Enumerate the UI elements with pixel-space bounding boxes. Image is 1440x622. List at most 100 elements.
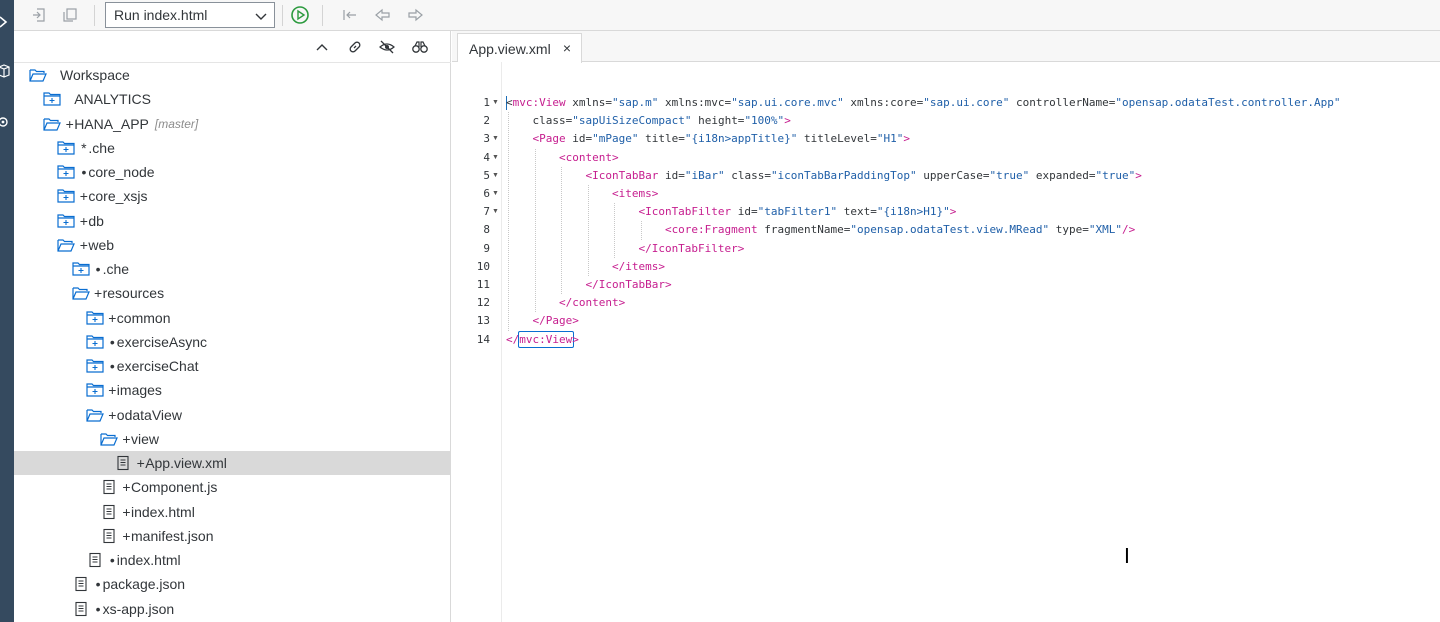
close-icon[interactable]: × <box>563 41 571 55</box>
tree-item[interactable]: + HANA_APP [master] <box>14 112 451 136</box>
code-token: id= <box>565 132 593 146</box>
tree-item[interactable]: • exerciseChat <box>14 354 451 378</box>
folder-icon <box>86 310 104 326</box>
code-token: type= <box>1049 223 1089 237</box>
code-token: "H1" <box>876 132 904 146</box>
tree-item[interactable]: • index.html <box>14 548 451 572</box>
line-number: 6 <box>483 187 490 200</box>
save-icon[interactable] <box>28 5 50 25</box>
indent-guide <box>534 148 536 313</box>
tree-item[interactable]: Workspace <box>14 63 451 87</box>
line-number: 13 <box>476 314 490 328</box>
tree-item[interactable]: + resources <box>14 281 451 305</box>
collapse-all-icon[interactable] <box>311 37 333 57</box>
editor-tab-bar: App.view.xml × <box>452 31 1440 63</box>
code-line: <Page id="mPage" title="{i18n>appTitle}"… <box>506 130 910 148</box>
tree-item[interactable]: • package.json <box>14 572 451 596</box>
folder-icon <box>43 91 61 107</box>
tree-item[interactable]: • core_node <box>14 160 451 184</box>
line-number: 11 <box>476 278 490 291</box>
navigate-back-icon[interactable] <box>372 5 394 25</box>
gear-icon[interactable] <box>0 114 14 130</box>
tab-app-view-xml[interactable]: App.view.xml × <box>457 33 582 63</box>
tree-item[interactable]: • exerciseAsync <box>14 330 451 354</box>
hide-hidden-files-icon[interactable] <box>376 37 398 57</box>
fold-toggle-icon[interactable]: ▼ <box>492 94 500 112</box>
save-all-icon[interactable] <box>59 5 81 25</box>
run-icon[interactable] <box>289 5 311 25</box>
code-token: > <box>572 332 579 346</box>
tree-item[interactable]: • xs-app.json <box>14 597 451 621</box>
code-token: > <box>949 205 957 219</box>
tree-item[interactable]: + odataView <box>14 403 451 427</box>
code-token: xmlns:core= <box>843 96 924 109</box>
navigate-forward-icon[interactable] <box>404 5 426 25</box>
tree-item[interactable]: + db <box>14 209 451 233</box>
toolbar-separator <box>94 5 95 26</box>
code-token: upperCase= <box>916 168 990 182</box>
file-icon <box>100 504 118 520</box>
code-token: "true" <box>1095 168 1136 182</box>
tree-item[interactable]: + Component.js <box>14 475 451 499</box>
git-status-mark: • <box>81 164 87 180</box>
line-number: 8 <box>483 223 490 237</box>
code-line: </content> <box>506 294 625 312</box>
indent-guide <box>508 112 509 331</box>
code-token: "{i18n>H1}" <box>876 205 950 219</box>
tree-item-label: .che <box>102 261 130 277</box>
activity-bar <box>0 0 14 622</box>
tree-item[interactable]: + App.view.xml <box>14 451 451 475</box>
code-token: controllerName= <box>1009 96 1116 109</box>
code-token: "tabFilter1" <box>757 205 838 219</box>
code-token: < <box>506 96 513 109</box>
folder-open-icon <box>100 431 118 447</box>
code-token: class= <box>724 168 771 182</box>
file-icon <box>100 528 118 544</box>
run-config-select[interactable]: Run index.html <box>105 2 275 28</box>
line-number: 1 <box>483 96 490 109</box>
code-token: "opensap.odataTest.view.MRead" <box>850 223 1050 237</box>
file-icon <box>72 601 90 617</box>
file-icon <box>100 479 118 495</box>
fold-toggle-icon[interactable]: ▼ <box>492 130 500 148</box>
tree-item[interactable]: + manifest.json <box>14 524 451 548</box>
git-status-mark: + <box>108 382 117 399</box>
code-token: "sap.ui.core.mvc" <box>731 96 844 109</box>
fold-toggle-icon[interactable]: ▼ <box>492 149 500 167</box>
explorer-toolbar <box>14 31 451 63</box>
code-line: class="sapUiSizeCompact" height="100%"> <box>506 112 790 130</box>
cube-icon[interactable] <box>0 63 14 79</box>
tree-item[interactable]: + common <box>14 306 451 330</box>
tree-item[interactable]: + index.html <box>14 500 451 524</box>
tree-item[interactable]: * .che <box>14 136 451 160</box>
binoculars-icon[interactable] <box>409 37 431 57</box>
code-token: xmlns= <box>565 96 612 109</box>
link-icon[interactable] <box>344 37 366 57</box>
git-status-mark: • <box>109 552 115 568</box>
code-line: </Page> <box>506 312 578 330</box>
code-token: "opensap.odataTest.controller.App" <box>1115 96 1341 109</box>
tree-item[interactable]: • .che <box>14 257 451 281</box>
code-line: <mvc:View xmlns="sap.m" xmlns:mvc="sap.u… <box>506 94 1341 112</box>
tree-item[interactable]: ANALYTICS <box>14 87 451 111</box>
tree-item-label: common <box>116 309 171 326</box>
tree-item[interactable]: + images <box>14 378 451 402</box>
fold-toggle-icon[interactable]: ▼ <box>492 203 500 221</box>
code-area[interactable]: <mvc:View xmlns="sap.m" xmlns:mvc="sap.u… <box>506 62 1436 622</box>
line-number: 4 <box>483 150 490 164</box>
tree-item[interactable]: + view <box>14 427 451 451</box>
indent-guide <box>561 166 563 295</box>
history-back-icon[interactable] <box>340 5 362 25</box>
tree-item[interactable]: + web <box>14 233 451 257</box>
line-number: 14 <box>476 332 490 346</box>
fold-toggle-icon[interactable]: ▼ <box>492 167 500 185</box>
code-token: xmlns:mvc= <box>658 96 732 109</box>
fold-toggle-icon[interactable]: ▼ <box>492 185 500 203</box>
git-status-mark: + <box>108 406 117 423</box>
code-token: <content> <box>506 150 619 164</box>
tree-item[interactable]: + core_xsjs <box>14 184 451 208</box>
code-token: "true" <box>989 168 1030 182</box>
toolbar-separator <box>282 5 283 26</box>
run-arrow-icon[interactable] <box>0 14 14 30</box>
folder-icon <box>71 261 90 277</box>
